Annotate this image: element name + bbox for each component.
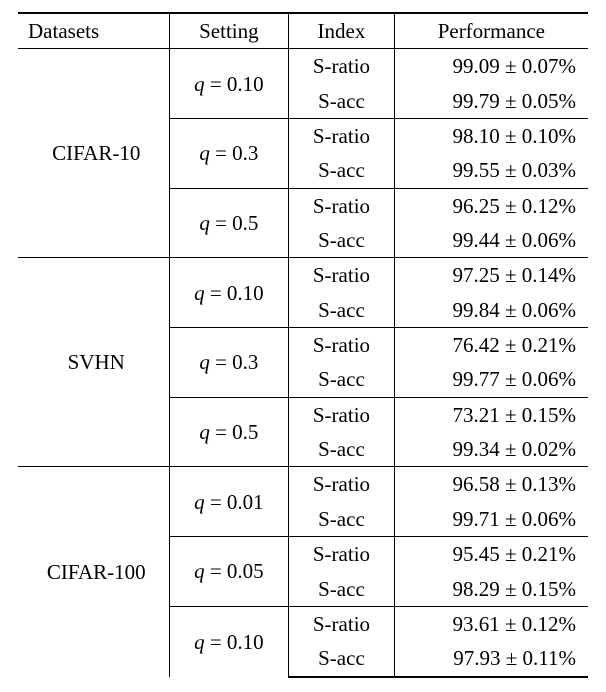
index-cell: S-ratio [289, 188, 394, 223]
index-cell: S-acc [289, 641, 394, 676]
performance-cell: 73.21 ± 0.15% [394, 397, 588, 432]
index-cell: S-ratio [289, 537, 394, 572]
performance-cell: 99.55 ± 0.03% [394, 153, 588, 188]
dataset-cell: CIFAR-10 [18, 49, 169, 258]
index-cell: S-ratio [289, 397, 394, 432]
table-body: CIFAR-10q = 0.10S-ratio99.09 ± 0.07%S-ac… [18, 49, 588, 677]
index-cell: S-acc [289, 432, 394, 467]
performance-cell: 99.77 ± 0.06% [394, 362, 588, 397]
index-cell: S-acc [289, 362, 394, 397]
index-cell: S-ratio [289, 119, 394, 154]
performance-cell: 76.42 ± 0.21% [394, 328, 588, 363]
table-header-row: Datasets Setting Index Performance [18, 13, 588, 49]
setting-cell: q = 0.3 [169, 119, 289, 189]
results-table-container: Datasets Setting Index Performance CIFAR… [0, 0, 606, 692]
performance-cell: 96.25 ± 0.12% [394, 188, 588, 223]
performance-cell: 97.25 ± 0.14% [394, 258, 588, 293]
table-row: CIFAR-100q = 0.01S-ratio96.58 ± 0.13% [18, 467, 588, 502]
setting-cell: q = 0.5 [169, 397, 289, 467]
setting-cell: q = 0.01 [169, 467, 289, 537]
table-row: SVHNq = 0.10S-ratio97.25 ± 0.14% [18, 258, 588, 293]
performance-cell: 96.58 ± 0.13% [394, 467, 588, 502]
performance-cell: 98.10 ± 0.10% [394, 119, 588, 154]
performance-cell: 99.34 ± 0.02% [394, 432, 588, 467]
col-header-performance: Performance [394, 13, 588, 49]
setting-cell: q = 0.05 [169, 537, 289, 607]
setting-cell: q = 0.3 [169, 328, 289, 398]
performance-cell: 99.71 ± 0.06% [394, 502, 588, 537]
dataset-cell: CIFAR-100 [18, 467, 169, 677]
index-cell: S-ratio [289, 606, 394, 641]
performance-cell: 99.44 ± 0.06% [394, 223, 588, 258]
index-cell: S-ratio [289, 49, 394, 84]
dataset-cell: SVHN [18, 258, 169, 467]
index-cell: S-acc [289, 572, 394, 607]
performance-cell: 93.61 ± 0.12% [394, 606, 588, 641]
col-header-datasets: Datasets [18, 13, 169, 49]
results-table: Datasets Setting Index Performance CIFAR… [18, 12, 588, 678]
index-cell: S-ratio [289, 258, 394, 293]
performance-cell: 99.09 ± 0.07% [394, 49, 588, 84]
setting-cell: q = 0.10 [169, 606, 289, 676]
index-cell: S-acc [289, 84, 394, 119]
performance-cell: 99.79 ± 0.05% [394, 84, 588, 119]
index-cell: S-ratio [289, 328, 394, 363]
performance-cell: 97.93 ± 0.11% [394, 641, 588, 676]
table-row: CIFAR-10q = 0.10S-ratio99.09 ± 0.07% [18, 49, 588, 84]
col-header-setting: Setting [169, 13, 289, 49]
col-header-index: Index [289, 13, 394, 49]
setting-cell: q = 0.10 [169, 258, 289, 328]
index-cell: S-acc [289, 223, 394, 258]
performance-cell: 99.84 ± 0.06% [394, 293, 588, 328]
setting-cell: q = 0.5 [169, 188, 289, 258]
performance-cell: 95.45 ± 0.21% [394, 537, 588, 572]
setting-cell: q = 0.10 [169, 49, 289, 119]
index-cell: S-acc [289, 502, 394, 537]
performance-cell: 98.29 ± 0.15% [394, 572, 588, 607]
index-cell: S-ratio [289, 467, 394, 502]
index-cell: S-acc [289, 153, 394, 188]
index-cell: S-acc [289, 293, 394, 328]
